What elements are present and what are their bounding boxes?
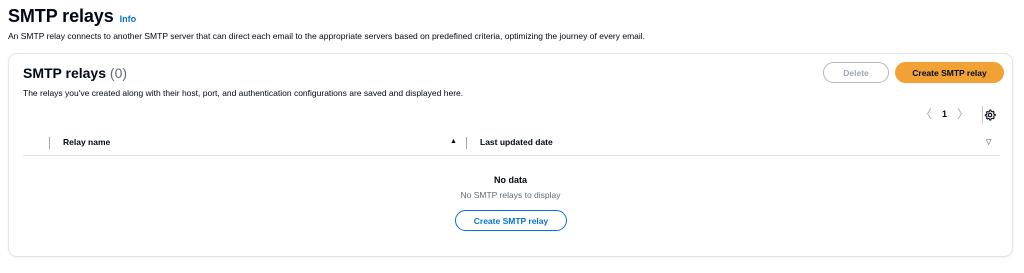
table-header: Relay name ▲ Last updated date ▽ [23,130,1000,156]
empty-state-title: No data [493,175,527,185]
current-page-number[interactable]: 1 [942,109,947,119]
pagination: 〈 1 〉 [920,108,969,120]
empty-state-create-button[interactable]: Create SMTP relay [455,210,567,231]
page-title: SMTP relays [8,6,114,26]
column-header-last-updated-date[interactable]: Last updated date [480,137,553,147]
next-page-icon[interactable]: 〉 [957,108,969,120]
page-header: SMTP relays Info An SMTP relay connects … [8,6,1016,41]
create-smtp-relay-button[interactable]: Create SMTP relay [895,62,1004,83]
info-link[interactable]: Info [120,14,137,24]
sort-descending-icon[interactable]: ▽ [986,138,991,146]
relay-count: (0) [109,65,128,81]
column-header-relay-name[interactable]: Relay name [63,137,110,147]
gear-icon[interactable] [984,109,996,121]
page-description: An SMTP relay connects to another SMTP s… [8,31,646,41]
previous-page-icon[interactable]: 〈 [920,108,932,120]
container-description: The relays you've created along with the… [23,88,464,98]
empty-state: No data No SMTP relays to display [9,175,1012,200]
smtp-relays-container: SMTP relays (0) The relays you've create… [8,53,1013,257]
column-divider [466,137,467,149]
delete-button[interactable]: Delete [823,62,889,83]
sort-ascending-icon[interactable]: ▲ [450,138,457,145]
column-divider [49,137,50,149]
container-title: SMTP relays (0) [23,65,127,81]
empty-state-subtitle: No SMTP relays to display [460,190,561,200]
title-row: SMTP relays Info [8,6,1016,27]
pagination-divider [982,106,983,124]
container-title-text: SMTP relays [23,65,107,81]
